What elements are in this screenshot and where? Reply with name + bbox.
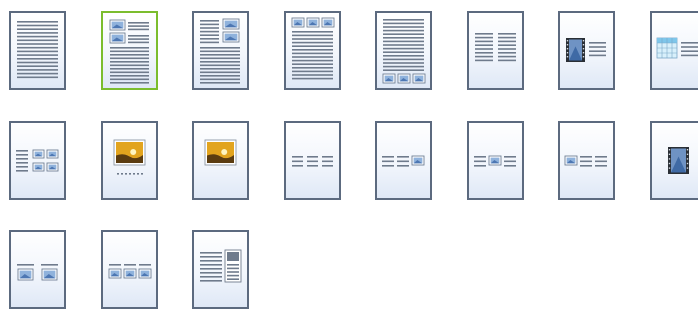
two-images-titled-preview-icon	[11, 232, 64, 307]
layout-thumbnail-three-images-top-text[interactable]	[284, 11, 341, 90]
text-only-preview-icon	[11, 13, 64, 88]
layout-thumbnail-video-center[interactable]	[650, 121, 698, 200]
video-left-text-preview-icon	[560, 13, 613, 88]
two-images-top-left-text-preview-icon	[103, 13, 156, 88]
layout-thumbnail-text-only[interactable]	[9, 11, 66, 90]
layout-thumbnail-column-image-column[interactable]	[467, 121, 524, 200]
column-image-column-preview-icon	[469, 123, 522, 198]
layout-thumbnail-single-image-caption-dots[interactable]	[101, 121, 158, 200]
layout-thumbnail-table-left-text[interactable]	[650, 11, 698, 90]
video-center-preview-icon	[652, 123, 698, 198]
text-two-images-right-preview-icon	[194, 13, 247, 88]
two-text-columns-preview-icon	[469, 13, 522, 88]
three-images-top-text-preview-icon	[286, 13, 339, 88]
text-three-images-bottom-preview-icon	[377, 13, 430, 88]
single-image-preview-icon	[194, 123, 247, 198]
layout-thumbnail-three-short-columns[interactable]	[284, 121, 341, 200]
layout-thumbnail-single-image[interactable]	[192, 121, 249, 200]
layout-thumbnail-text-with-sidebar[interactable]	[192, 230, 249, 309]
layout-thumbnail-three-images-titled[interactable]	[101, 230, 158, 309]
three-images-titled-preview-icon	[103, 232, 156, 307]
image-two-columns-preview-icon	[560, 123, 613, 198]
two-columns-image-right-preview-icon	[377, 123, 430, 198]
three-short-columns-preview-icon	[286, 123, 339, 198]
table-left-text-preview-icon	[652, 13, 698, 88]
layout-thumbnail-video-left-text[interactable]	[558, 11, 615, 90]
text-with-sidebar-preview-icon	[194, 232, 247, 307]
text-four-images-right-preview-icon	[11, 123, 64, 198]
layout-thumbnail-text-two-images-right[interactable]	[192, 11, 249, 90]
layout-thumbnail-image-two-columns[interactable]	[558, 121, 615, 200]
single-image-caption-dots-preview-icon	[103, 123, 156, 198]
layout-thumbnail-two-text-columns[interactable]	[467, 11, 524, 90]
layout-thumbnail-text-four-images-right[interactable]	[9, 121, 66, 200]
layout-thumbnail-text-three-images-bottom[interactable]	[375, 11, 432, 90]
layout-thumbnail-two-images-titled[interactable]	[9, 230, 66, 309]
layout-gallery	[0, 0, 698, 307]
layout-thumbnail-two-columns-image-right[interactable]	[375, 121, 432, 200]
layout-thumbnail-two-images-top-left-text[interactable]	[101, 11, 158, 90]
